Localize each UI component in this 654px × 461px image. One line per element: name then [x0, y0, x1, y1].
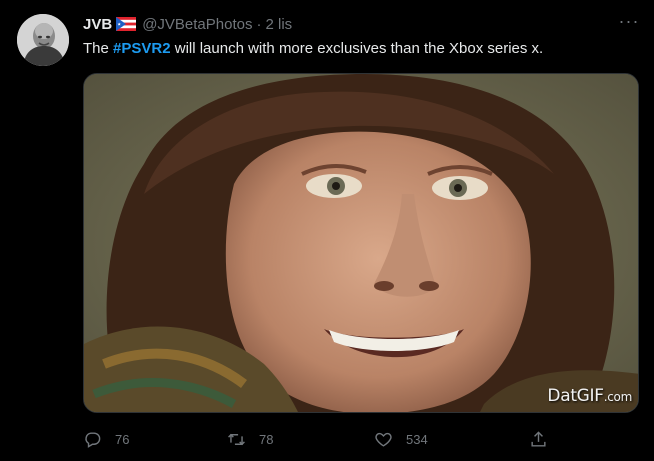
retweet-icon: [228, 433, 245, 445]
datgif-watermark: DatGIF.com: [547, 386, 632, 406]
tweet-header: JVB @JVBetaPhotos · 2 lis: [83, 14, 292, 34]
handle[interactable]: @JVBetaPhotos: [142, 16, 252, 33]
share-icon: [531, 430, 546, 447]
like-count: 534: [406, 431, 428, 447]
watermark-main: DatGIF: [547, 386, 604, 406]
avatar[interactable]: [17, 14, 69, 66]
tweet-text-after: will launch with more exclusives than th…: [170, 40, 544, 57]
heart-icon: [375, 432, 392, 447]
separator-dot: ·: [256, 15, 262, 33]
reply-count: 76: [115, 431, 130, 447]
retweet-button[interactable]: 78: [227, 428, 273, 450]
retweet-count: 78: [259, 431, 274, 447]
timestamp[interactable]: 2 lis: [265, 16, 292, 33]
watermark-suffix: .com: [603, 390, 633, 404]
tweet[interactable]: JVB @JVBetaPhotos · 2 lis ··· The #PSVR2…: [0, 0, 654, 461]
tweet-actions: 76 78 534: [83, 428, 553, 450]
puerto-rico-flag-icon: [116, 17, 137, 31]
hashtag-link[interactable]: #PSVR2: [113, 40, 171, 57]
display-name[interactable]: JVB: [83, 16, 112, 33]
tweet-media-gif[interactable]: DatGIF.com: [83, 73, 639, 413]
gif-frame-image: [84, 74, 638, 412]
like-button[interactable]: 534: [374, 428, 428, 450]
reply-button[interactable]: 76: [83, 428, 129, 450]
reply-icon: [85, 431, 101, 448]
share-button[interactable]: [529, 428, 548, 450]
more-dots-icon[interactable]: ···: [617, 12, 641, 34]
tweet-text-before: The: [83, 40, 114, 57]
tweet-text: The #PSVR2 will launch with more exclusi…: [83, 39, 543, 59]
